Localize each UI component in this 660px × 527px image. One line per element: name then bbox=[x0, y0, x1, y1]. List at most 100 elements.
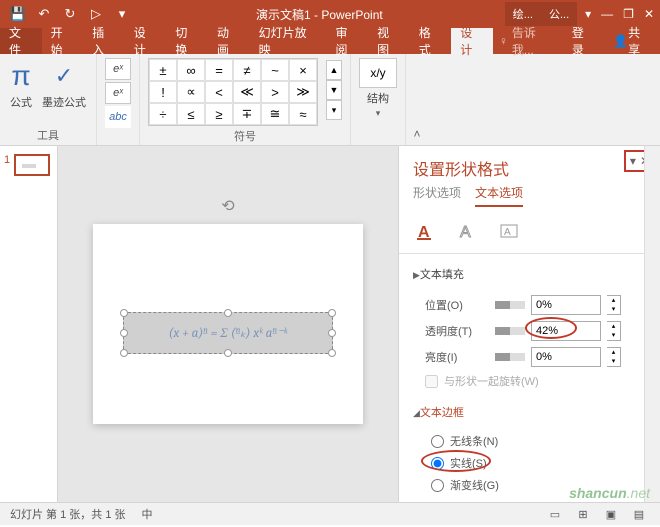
slider-brightness[interactable] bbox=[495, 353, 525, 361]
slide-thumbnails: 1 bbox=[0, 146, 58, 502]
status-language[interactable]: 中 bbox=[142, 506, 153, 522]
tab-design[interactable]: 设计 bbox=[125, 28, 167, 54]
resize-handle[interactable] bbox=[224, 349, 232, 357]
symbol-cell[interactable]: ≅ bbox=[261, 103, 289, 125]
qat-save[interactable]: 💾 bbox=[6, 2, 30, 26]
tab-text-options[interactable]: 文本选项 bbox=[475, 184, 523, 207]
symbol-cell[interactable]: ∝ bbox=[177, 81, 205, 103]
tab-view[interactable]: 视图 bbox=[368, 28, 410, 54]
slider-transparency[interactable] bbox=[495, 327, 525, 335]
window-title: 演示文稿1 - PowerPoint bbox=[134, 6, 505, 23]
thumbnail-number: 1 bbox=[4, 154, 10, 166]
resize-handle[interactable] bbox=[328, 329, 336, 337]
text-fill-outline-icon[interactable]: A bbox=[413, 219, 437, 243]
radio-solid-line[interactable] bbox=[431, 457, 444, 470]
input-brightness[interactable] bbox=[531, 347, 601, 367]
symbol-cell[interactable]: < bbox=[205, 81, 233, 103]
equation-button[interactable]: π 公式 bbox=[8, 58, 34, 112]
symbol-cell[interactable]: × bbox=[289, 59, 317, 81]
symbol-cell[interactable]: ≈ bbox=[289, 103, 317, 125]
symbol-cell[interactable]: ! bbox=[149, 81, 177, 103]
symbol-gallery[interactable]: ± ∞ = ≠ ~ × ! ∝ < ≪ > ≫ ÷ ≤ ≥ ∓ ≅ ≈ bbox=[148, 58, 318, 126]
symbol-cell[interactable]: ≫ bbox=[289, 81, 317, 103]
tab-shape-options[interactable]: 形状选项 bbox=[413, 184, 461, 207]
pane-title: 设置形状格式 bbox=[413, 156, 509, 180]
spinner-transparency[interactable]: ▴▾ bbox=[607, 321, 621, 341]
view-sorter[interactable]: ⊞ bbox=[572, 505, 594, 523]
view-slideshow[interactable]: ▤ bbox=[628, 505, 650, 523]
symbol-cell[interactable]: = bbox=[205, 59, 233, 81]
rotate-handle[interactable]: ⟲ bbox=[221, 196, 234, 216]
group-label-conv bbox=[105, 141, 131, 143]
tab-transition[interactable]: 切换 bbox=[166, 28, 208, 54]
resize-handle[interactable] bbox=[328, 309, 336, 317]
symbol-cell[interactable]: ∞ bbox=[177, 59, 205, 81]
slider-position[interactable] bbox=[495, 301, 525, 309]
restore-button[interactable]: ❐ bbox=[623, 7, 634, 21]
spinner-position[interactable]: ▴▾ bbox=[607, 295, 621, 315]
tab-slideshow[interactable]: 幻灯片放映 bbox=[250, 28, 327, 54]
view-normal[interactable]: ▭ bbox=[544, 505, 566, 523]
section-text-fill[interactable]: 文本填充 bbox=[413, 262, 646, 286]
qat-redo[interactable]: ↻ bbox=[58, 2, 82, 26]
thumbnail-slide-1[interactable]: 1 bbox=[4, 154, 53, 176]
login-button[interactable]: 登录 bbox=[563, 28, 604, 54]
pane-options[interactable]: ▾ bbox=[630, 154, 636, 168]
collapse-ribbon[interactable]: ˄ bbox=[406, 54, 428, 145]
resize-handle[interactable] bbox=[120, 329, 128, 337]
symbol-cell[interactable]: ÷ bbox=[149, 103, 177, 125]
resize-handle[interactable] bbox=[224, 309, 232, 317]
ink-equation-button[interactable]: ✓ 墨迹公式 bbox=[40, 58, 88, 112]
tab-home[interactable]: 开始 bbox=[42, 28, 84, 54]
tab-review[interactable]: 审阅 bbox=[327, 28, 369, 54]
normal-text-button[interactable]: abc bbox=[105, 106, 131, 128]
text-effects-icon[interactable]: A bbox=[455, 219, 479, 243]
equation-placeholder[interactable]: (x + a)ⁿ = Σ (ⁿₖ) xᵏ aⁿ⁻ᵏ bbox=[123, 312, 333, 354]
symbol-cell[interactable]: ∓ bbox=[233, 103, 261, 125]
resize-handle[interactable] bbox=[328, 349, 336, 357]
radio-gradient-line[interactable] bbox=[431, 479, 444, 492]
pi-icon: π bbox=[11, 60, 30, 92]
symbol-cell[interactable]: > bbox=[261, 81, 289, 103]
spinner-brightness[interactable]: ▴▾ bbox=[607, 347, 621, 367]
gallery-more[interactable]: ▾ bbox=[326, 100, 342, 120]
tab-insert[interactable]: 插入 bbox=[83, 28, 125, 54]
pane-scrollbar[interactable] bbox=[644, 146, 660, 502]
qat-more[interactable]: ▾ bbox=[110, 2, 134, 26]
qat-start-slideshow[interactable]: ▷ bbox=[84, 2, 108, 26]
tab-animation[interactable]: 动画 bbox=[208, 28, 250, 54]
gallery-scroll-down[interactable]: ▼ bbox=[326, 80, 342, 100]
resize-handle[interactable] bbox=[120, 309, 128, 317]
context-tab-drawing[interactable]: 绘... bbox=[505, 2, 541, 26]
symbol-cell[interactable]: ≥ bbox=[205, 103, 233, 125]
fraction-button[interactable]: x/y bbox=[359, 58, 397, 88]
gallery-scroll-up[interactable]: ▲ bbox=[326, 60, 342, 80]
radio-no-line[interactable] bbox=[431, 435, 444, 448]
slide[interactable]: ⟲ (x + a)ⁿ = Σ (ⁿₖ) xᵏ aⁿ⁻ᵏ bbox=[93, 224, 363, 424]
share-button[interactable]: 👤共享 bbox=[604, 28, 660, 54]
tab-file[interactable]: 文件 bbox=[0, 28, 42, 54]
struct-label: 结构 bbox=[367, 90, 389, 106]
close-button[interactable]: ✕ bbox=[644, 7, 654, 21]
textbox-icon[interactable]: A bbox=[497, 219, 521, 243]
professional-button[interactable]: eˣ bbox=[105, 58, 131, 80]
tab-equation-design[interactable]: 设计 bbox=[451, 28, 493, 54]
minimize-button[interactable]: — bbox=[601, 7, 613, 21]
tell-me[interactable]: ♀告诉我... bbox=[493, 28, 563, 54]
symbol-cell[interactable]: ≠ bbox=[233, 59, 261, 81]
symbol-cell[interactable]: ~ bbox=[261, 59, 289, 81]
qat-undo[interactable]: ↶ bbox=[32, 2, 56, 26]
input-position[interactable] bbox=[531, 295, 601, 315]
slide-canvas[interactable]: ⟲ (x + a)ⁿ = Σ (ⁿₖ) xᵏ aⁿ⁻ᵏ bbox=[58, 146, 398, 502]
resize-handle[interactable] bbox=[120, 349, 128, 357]
section-text-border[interactable]: 文本边框 bbox=[413, 400, 646, 424]
tab-format[interactable]: 格式 bbox=[410, 28, 452, 54]
context-tab-equation[interactable]: 公... bbox=[541, 2, 577, 26]
ribbon-display-options[interactable]: ▾ bbox=[585, 7, 591, 21]
view-reading[interactable]: ▣ bbox=[600, 505, 622, 523]
input-transparency[interactable] bbox=[531, 321, 601, 341]
symbol-cell[interactable]: ≤ bbox=[177, 103, 205, 125]
symbol-cell[interactable]: ≪ bbox=[233, 81, 261, 103]
linear-button[interactable]: eˣ bbox=[105, 82, 131, 104]
symbol-cell[interactable]: ± bbox=[149, 59, 177, 81]
